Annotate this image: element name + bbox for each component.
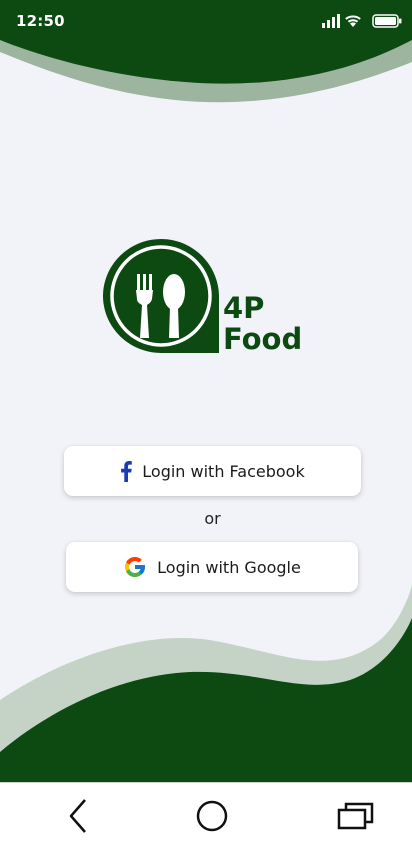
- background-waves: [0, 0, 412, 790]
- google-icon: [123, 555, 147, 579]
- status-time: 12:50: [16, 12, 65, 30]
- home-button[interactable]: [192, 798, 232, 834]
- battery-icon: [372, 13, 402, 32]
- back-button[interactable]: [58, 798, 98, 834]
- logo-text-4p: 4P: [223, 291, 265, 325]
- home-icon: [196, 800, 228, 832]
- fork-spoon-icon: [103, 239, 219, 353]
- recent-apps-icon: [337, 802, 374, 830]
- or-separator: or: [204, 509, 221, 528]
- back-icon: [69, 799, 86, 833]
- login-google-button[interactable]: Login with Google: [66, 542, 358, 592]
- facebook-button-label: Login with Facebook: [142, 461, 305, 481]
- app-logo: 4P Food: [103, 237, 313, 357]
- google-button-label: Login with Google: [157, 557, 301, 577]
- status-bar: 12:50: [0, 0, 412, 42]
- logo-text-food: Food: [223, 322, 303, 356]
- signal-icon: [322, 13, 340, 32]
- android-nav-bar: [0, 782, 412, 848]
- facebook-icon: [120, 460, 133, 482]
- recent-apps-button[interactable]: [336, 798, 376, 834]
- wifi-icon: [344, 13, 362, 32]
- login-facebook-button[interactable]: Login with Facebook: [64, 446, 361, 496]
